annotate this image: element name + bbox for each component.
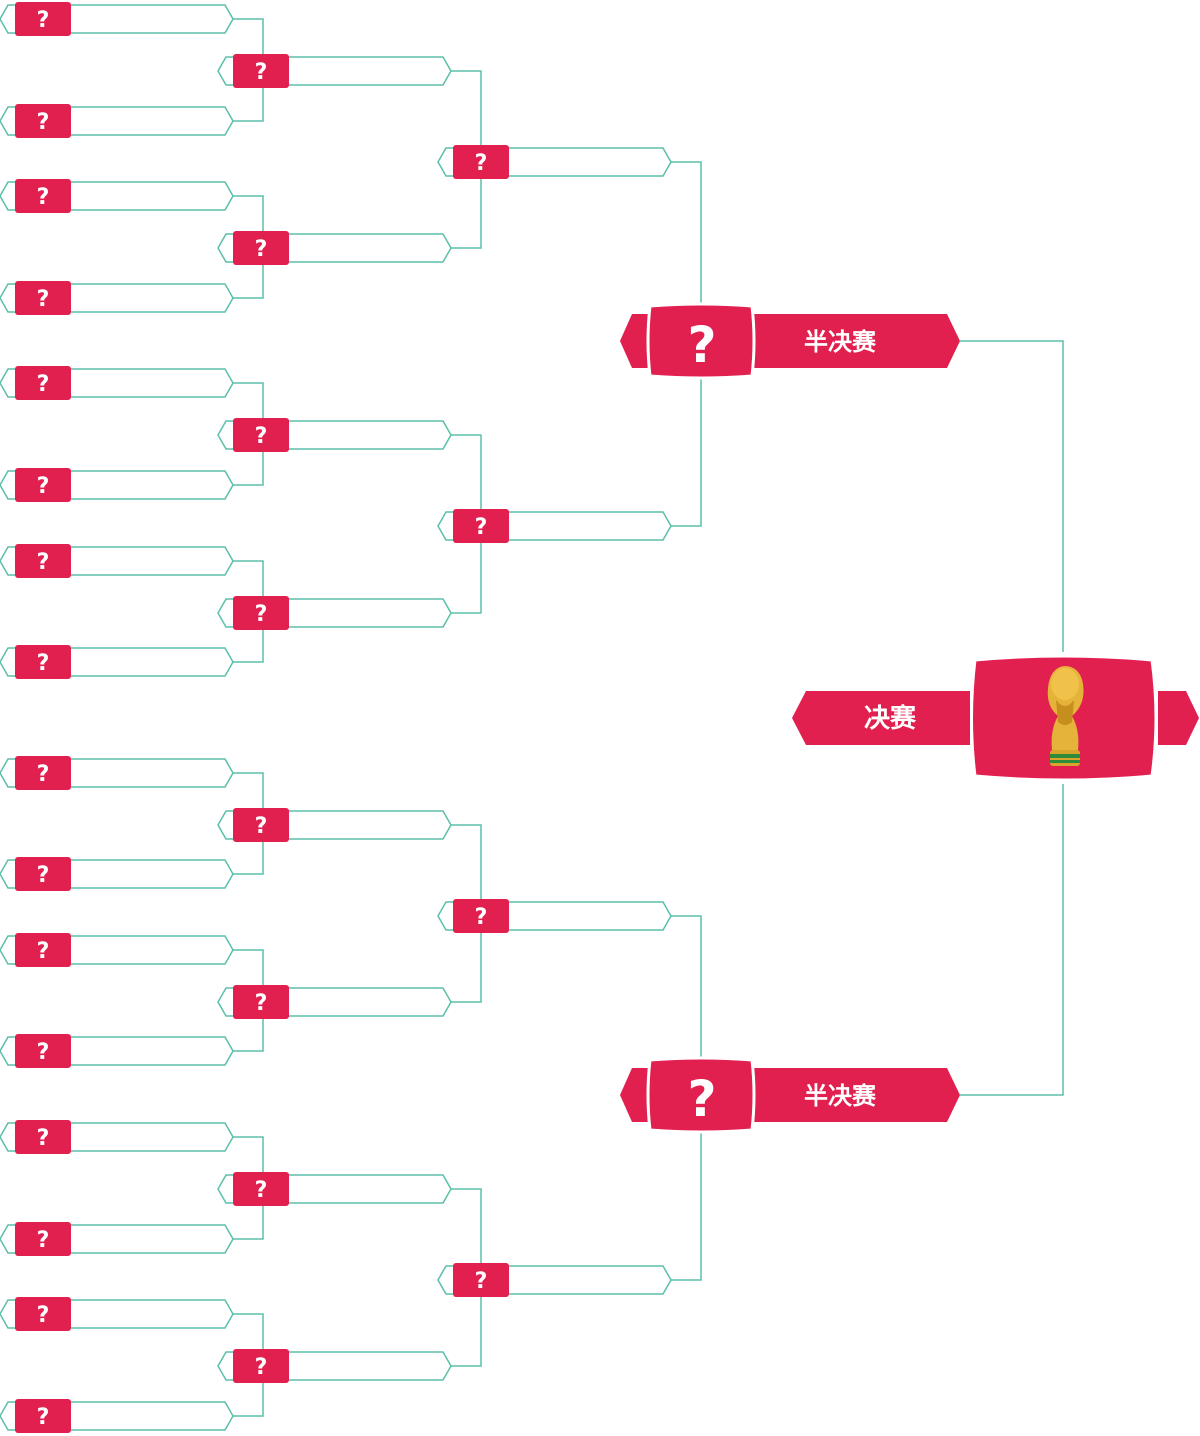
r16-slot-7[interactable]: ? <box>217 1172 452 1206</box>
qf-slot-1[interactable]: ? <box>437 145 672 179</box>
r32-slot-12[interactable]: ? <box>0 1034 234 1068</box>
r32-slot-16-placeholder: ? <box>37 1405 50 1430</box>
final[interactable]: 决赛 <box>792 654 1199 782</box>
final-label: 决赛 <box>864 703 917 734</box>
r32-slot-6-placeholder: ? <box>37 474 50 499</box>
r16-slot-1[interactable]: ? <box>217 54 452 88</box>
r32-slot-6[interactable]: ? <box>0 468 234 502</box>
r32-slot-5-placeholder: ? <box>37 372 50 397</box>
qf-slot-3[interactable]: ? <box>437 899 672 933</box>
r32-slot-8-placeholder: ? <box>37 651 50 676</box>
semi-final-2[interactable]: ? 半决赛 <box>620 1056 960 1134</box>
r16-slot-3[interactable]: ? <box>217 418 452 452</box>
r16-slot-1-placeholder: ? <box>255 60 268 85</box>
r32-slot-1-placeholder: ? <box>37 8 50 33</box>
r32-slot-12-placeholder: ? <box>37 1040 50 1065</box>
r16-slot-8[interactable]: ? <box>217 1349 452 1383</box>
r32-slot-11-placeholder: ? <box>37 939 50 964</box>
final-right-tab <box>1158 691 1199 745</box>
semi-final-2-label: 半决赛 <box>804 1082 877 1110</box>
r32-slot-14-placeholder: ? <box>37 1228 50 1253</box>
r16-slot-5[interactable]: ? <box>217 808 452 842</box>
r32-slot-3-placeholder: ? <box>37 185 50 210</box>
r32-slot-9-placeholder: ? <box>37 762 50 787</box>
qf-slot-2-placeholder: ? <box>475 515 488 540</box>
r16-slot-4-placeholder: ? <box>255 602 268 627</box>
r32-slot-13-placeholder: ? <box>37 1126 50 1151</box>
r32-slot-2[interactable]: ? <box>0 104 234 138</box>
r32-slot-8[interactable]: ? <box>0 645 234 679</box>
semi-final-2-placeholder: ? <box>687 1070 716 1128</box>
r16-slot-8-placeholder: ? <box>255 1355 268 1380</box>
qf-slot-4[interactable]: ? <box>437 1263 672 1297</box>
r32-slot-2-placeholder: ? <box>37 110 50 135</box>
r32-slot-5[interactable]: ? <box>0 366 234 400</box>
qf-slot-1-placeholder: ? <box>475 151 488 176</box>
r32-slot-13[interactable]: ? <box>0 1120 234 1154</box>
r32-slot-11[interactable]: ? <box>0 933 234 967</box>
r16-slot-4[interactable]: ? <box>217 596 452 630</box>
bracket-slots: ???????????????????????????? <box>0 2 672 1433</box>
r16-slot-6[interactable]: ? <box>217 985 452 1019</box>
r16-slot-3-placeholder: ? <box>255 424 268 449</box>
r32-slot-9[interactable]: ? <box>0 756 234 790</box>
semi-final-1-label: 半决赛 <box>804 328 877 356</box>
semi-final-1-placeholder: ? <box>687 316 716 374</box>
r32-slot-4[interactable]: ? <box>0 281 234 315</box>
qf-slot-3-placeholder: ? <box>475 905 488 930</box>
r16-slot-5-placeholder: ? <box>255 814 268 839</box>
r32-slot-1[interactable]: ? <box>0 2 234 36</box>
r32-slot-15-placeholder: ? <box>37 1303 50 1328</box>
r16-slot-2-placeholder: ? <box>255 237 268 262</box>
r32-slot-10-placeholder: ? <box>37 863 50 888</box>
r16-slot-6-placeholder: ? <box>255 991 268 1016</box>
r32-slot-3[interactable]: ? <box>0 179 234 213</box>
r16-slot-2[interactable]: ? <box>217 231 452 265</box>
r32-slot-14[interactable]: ? <box>0 1222 234 1256</box>
r32-slot-15[interactable]: ? <box>0 1297 234 1331</box>
r32-slot-16[interactable]: ? <box>0 1399 234 1433</box>
r32-slot-10[interactable]: ? <box>0 857 234 891</box>
semi-final-1[interactable]: ? 半决赛 <box>620 302 960 380</box>
r32-slot-4-placeholder: ? <box>37 287 50 312</box>
qf-slot-4-placeholder: ? <box>475 1269 488 1294</box>
tournament-bracket: ???????????????????????????? ? 半决赛 ? 半决赛… <box>0 2 1199 1433</box>
r32-slot-7-placeholder: ? <box>37 550 50 575</box>
qf-slot-2[interactable]: ? <box>437 509 672 543</box>
r16-slot-7-placeholder: ? <box>255 1178 268 1203</box>
r32-slot-7[interactable]: ? <box>0 544 234 578</box>
